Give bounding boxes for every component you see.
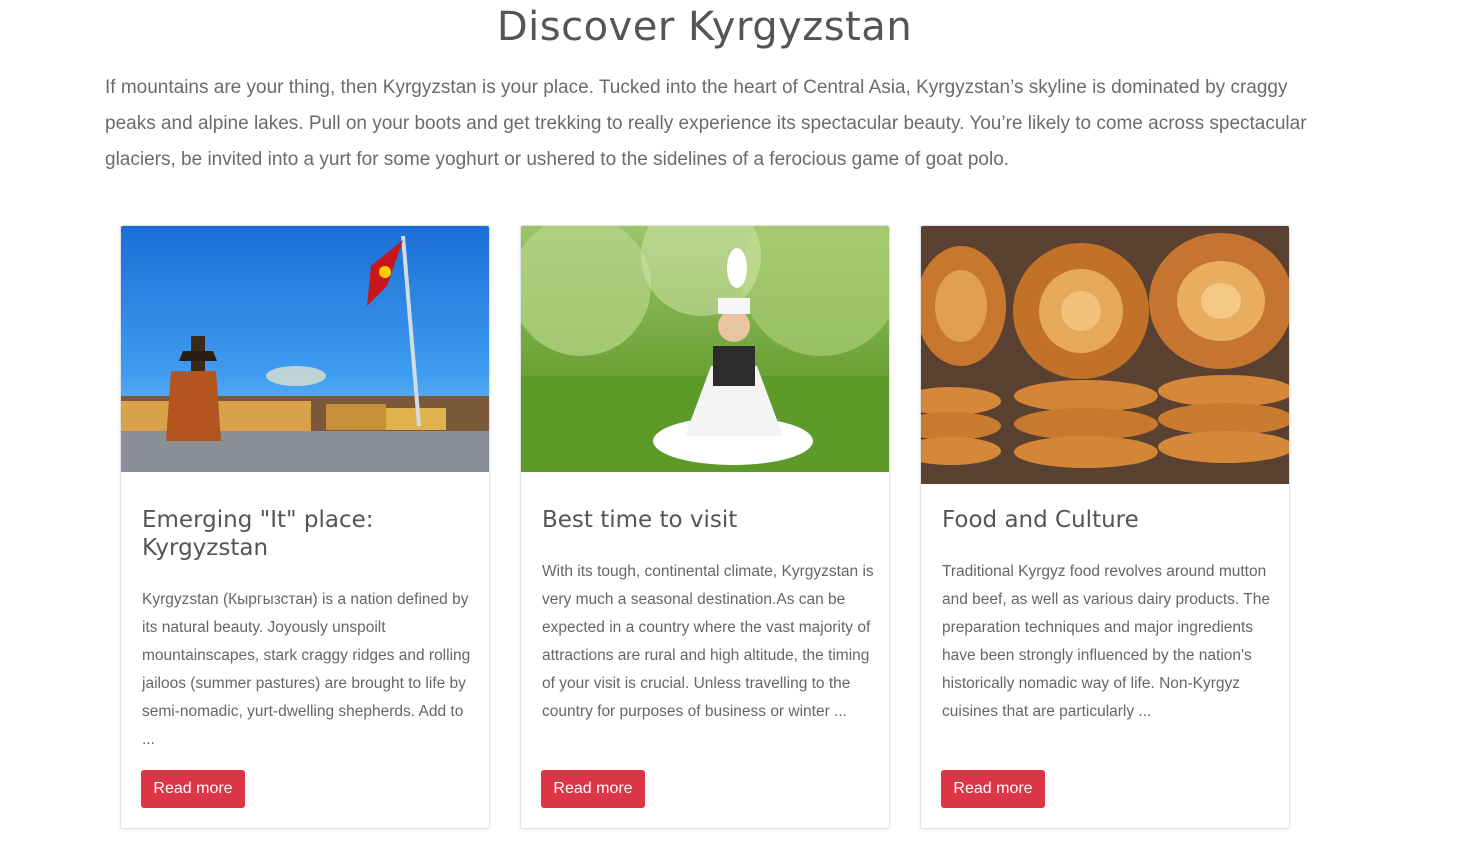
card-title: Best time to visit (542, 507, 738, 533)
card-excerpt: With its tough, continental climate, Kyr… (542, 563, 874, 720)
card-image-traditional-dress[interactable] (521, 226, 889, 472)
card-title: Emerging "It" place: Kyrgyzstan (142, 507, 374, 561)
card-excerpt: Kyrgyzstan (Кыргызстан) is a nation defi… (142, 591, 471, 748)
page-title: Discover Kyrgyzstan (496, 4, 913, 50)
article-card: Emerging "It" place: Kyrgyzstan Kyrgyzst… (120, 225, 490, 829)
card-excerpt: Traditional Kyrgyz food revolves around … (942, 563, 1270, 720)
intro-paragraph: If mountains are your thing, then Kyrgyz… (105, 77, 1307, 170)
card-image-city-square[interactable] (121, 226, 489, 472)
read-more-button[interactable]: Read more (941, 770, 1045, 808)
card-title: Food and Culture (942, 507, 1139, 533)
read-more-button[interactable]: Read more (141, 770, 245, 808)
read-more-button[interactable]: Read more (541, 770, 645, 808)
card-image-flatbread[interactable] (921, 226, 1289, 484)
article-card: Best time to visit With its tough, conti… (520, 225, 890, 829)
article-card: Food and Culture Traditional Kyrgyz food… (920, 225, 1290, 829)
